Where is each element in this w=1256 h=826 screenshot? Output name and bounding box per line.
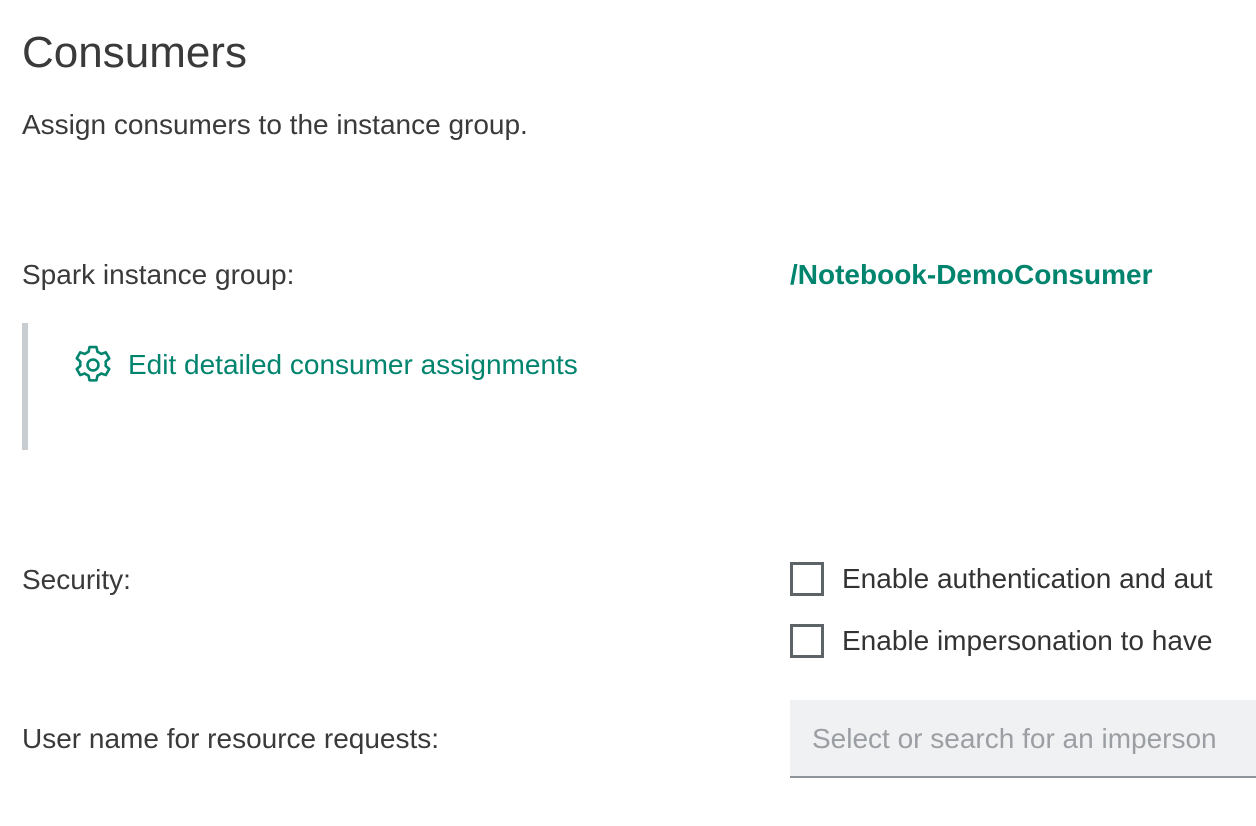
enable-authentication-checkbox[interactable] bbox=[790, 562, 824, 596]
enable-impersonation-label: Enable impersonation to have bbox=[842, 625, 1213, 656]
enable-impersonation-option[interactable]: Enable impersonation to have bbox=[790, 623, 1212, 659]
user-name-placeholder: Select or search for an imperson bbox=[812, 723, 1217, 754]
enable-authentication-label: Enable authentication and aut bbox=[842, 563, 1213, 594]
spark-instance-group-label: Spark instance group: bbox=[22, 259, 295, 290]
user-name-select[interactable]: Select or search for an imperson bbox=[790, 700, 1256, 778]
edit-consumer-assignments-label: Edit detailed consumer assignments bbox=[128, 349, 578, 380]
page-description: Assign consumers to the instance group. bbox=[22, 109, 528, 140]
edit-consumer-assignments-link[interactable]: Edit detailed consumer assignments bbox=[70, 341, 578, 389]
consumer-assignment-panel: Edit detailed consumer assignments bbox=[22, 323, 722, 450]
gear-icon bbox=[70, 342, 116, 388]
spark-instance-group-link[interactable]: /Notebook-DemoConsumer bbox=[790, 258, 1152, 292]
security-label: Security: bbox=[22, 564, 131, 595]
enable-authentication-option[interactable]: Enable authentication and aut bbox=[790, 561, 1213, 597]
page-title: Consumers bbox=[22, 28, 247, 77]
enable-impersonation-checkbox[interactable] bbox=[790, 624, 824, 658]
user-name-label: User name for resource requests: bbox=[22, 723, 440, 754]
